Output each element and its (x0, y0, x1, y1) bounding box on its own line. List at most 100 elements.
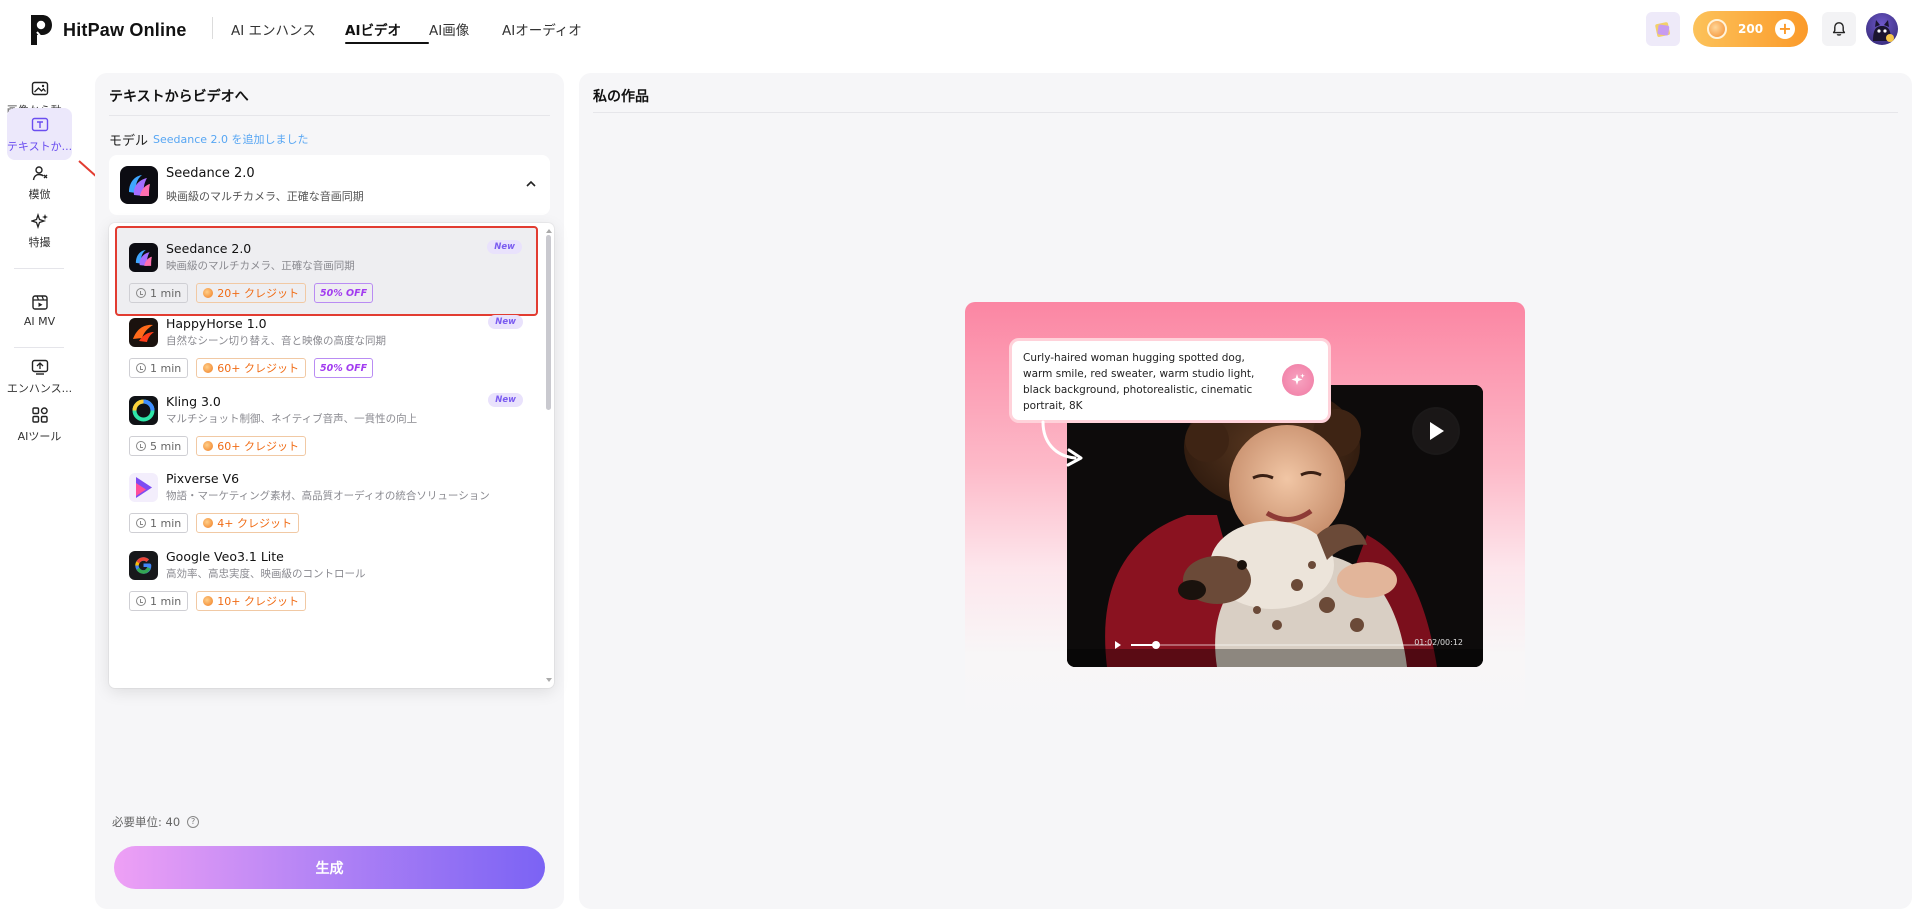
model-desc: 物語・マーケティング素材、高品質オーディオの統合ソリューション (166, 490, 490, 502)
curved-arrow-icon (1041, 420, 1083, 467)
model-tags: 1 min 20+ クレジット 50% OFF (129, 283, 381, 303)
chevron-up-icon (524, 177, 538, 191)
model-select[interactable]: Seedance 2.0 映画級のマルチカメラ、正確な音画同期 (109, 155, 550, 215)
model-tags: 1 min 10+ クレジット (129, 591, 314, 611)
nav-ai-video[interactable]: AIビデオ (345, 0, 429, 58)
header-divider (212, 17, 213, 39)
model-tags: 1 min 60+ クレジット 50% OFF (129, 358, 381, 378)
selected-model-name: Seedance 2.0 (166, 166, 255, 181)
panel-title: 私の作品 (593, 89, 649, 105)
add-credits-button[interactable]: + (1775, 19, 1795, 39)
model-tags: 5 min 60+ クレジット (129, 436, 314, 456)
nav-ai-audio[interactable]: AIオーディオ (502, 0, 602, 58)
seedance-icon (129, 243, 158, 272)
clock-icon (136, 441, 146, 451)
model-name: Seedance 2.0 (166, 241, 252, 256)
user-avatar[interactable] (1866, 13, 1898, 45)
panel-title: テキストからビデオへ (109, 89, 249, 105)
scroll-up-icon[interactable] (546, 228, 552, 233)
kling-icon (129, 396, 158, 425)
text-to-video-icon (30, 115, 50, 135)
enhance-icon (30, 357, 50, 377)
model-name: Kling 3.0 (166, 394, 221, 409)
model-name: Pixverse V6 (166, 471, 240, 486)
credit-tag: 60+ クレジット (196, 436, 306, 456)
model-desc: 自然なシーン切り替え、音と映像の高度な同期 (166, 335, 386, 347)
sparkle-icon (1282, 364, 1314, 396)
model-desc: 高効率、高忠実度、映画級のコントロール (166, 568, 366, 580)
model-option-happyhorse[interactable]: HappyHorse 1.0 自然なシーン切り替え、音と映像の高度な同期 New… (117, 303, 537, 391)
credit-tag: 4+ クレジット (196, 513, 299, 533)
video-time: 01:02/00:12 (1414, 638, 1463, 647)
ai-tools-icon (30, 405, 50, 425)
example-preview: 01:02/00:12 Curly-haired woman hugging s… (965, 302, 1525, 732)
brand-logo[interactable]: HitPaw Online (28, 12, 187, 48)
brand-name: HitPaw Online (63, 19, 187, 40)
selected-model-desc: 映画級のマルチカメラ、正確な音画同期 (166, 190, 364, 203)
clock-icon (136, 596, 146, 606)
new-badge: New (487, 240, 522, 254)
sample-video[interactable]: 01:02/00:12 (1067, 385, 1483, 667)
nav-ai-image[interactable]: AI画像 (429, 0, 502, 58)
top-header: HitPaw Online AI エンハンス AIビデオ AI画像 AIオーディ… (0, 0, 1920, 58)
image-to-video-icon (30, 79, 50, 99)
video-progress-track[interactable] (1131, 644, 1431, 646)
main-nav: AI エンハンス AIビデオ AI画像 AIオーディオ (231, 0, 602, 58)
rail-enhance[interactable]: エンハンス... (7, 350, 72, 402)
model-option-kling[interactable]: Kling 3.0 マルチショット制御、ネイティブ音声、一貫性の向上 New 5… (117, 381, 537, 469)
time-tag: 1 min (129, 283, 189, 303)
google-icon (129, 551, 158, 580)
video-progress-knob[interactable] (1152, 641, 1160, 649)
scroll-down-icon[interactable] (546, 678, 552, 683)
play-button[interactable] (1414, 409, 1458, 453)
rail-text-to-video[interactable]: テキストか... (7, 108, 72, 160)
mini-play-icon[interactable] (1115, 641, 1121, 649)
effects-icon (30, 211, 50, 231)
rail-imitate[interactable]: 模倣 (7, 156, 72, 208)
notifications-button[interactable] (1822, 12, 1856, 46)
rail-separator (14, 268, 64, 269)
happyhorse-icon (129, 318, 158, 347)
rail-separator (14, 347, 64, 348)
coin-icon (203, 288, 214, 298)
prompt-card: Curly-haired woman hugging spotted dog, … (1009, 338, 1331, 423)
help-icon[interactable]: ? (187, 816, 200, 828)
scrollbar-thumb[interactable] (546, 235, 551, 410)
discount-tag: 50% OFF (313, 283, 374, 303)
model-option-google-veo[interactable]: Google Veo3.1 Lite 高効率、高忠実度、映画級のコントロール 1… (117, 536, 537, 624)
music-video-icon (30, 292, 50, 312)
title-divider (593, 112, 1898, 113)
prompt-text: Curly-haired woman hugging spotted dog, … (1023, 352, 1255, 412)
model-added-note: Seedance 2.0 を追加しました (153, 133, 309, 146)
coin-icon (203, 363, 214, 373)
rail-ai-tools[interactable]: AIツール (7, 398, 72, 450)
nav-ai-enhance[interactable]: AI エンハンス (231, 0, 345, 58)
hitpaw-logo-icon (28, 12, 54, 48)
bell-icon (1832, 22, 1846, 36)
credit-balance[interactable]: 200 + (1693, 11, 1808, 47)
gift-icon (1655, 22, 1670, 37)
rail-ai-mv[interactable]: AI MV (7, 284, 72, 336)
play-icon (1430, 422, 1444, 440)
model-label: モデル (109, 134, 149, 149)
discount-tag: 50% OFF (313, 358, 374, 378)
imitate-icon (30, 163, 50, 183)
model-option-pixverse[interactable]: Pixverse V6 物語・マーケティング素材、高品質オーディオの統合ソリュー… (117, 458, 537, 546)
credit-coin-icon (1707, 19, 1727, 39)
generate-button[interactable]: 生成 (114, 846, 545, 889)
my-works-panel: 私の作品 01:02/00:12 Curly-haired woman hugg… (579, 73, 1912, 909)
new-badge: New (488, 315, 523, 329)
clock-icon (136, 363, 146, 373)
model-dropdown: Seedance 2.0 映画級のマルチカメラ、正確な音画同期 New 1 mi… (109, 223, 554, 688)
model-tags: 1 min 4+ クレジット (129, 513, 307, 533)
time-tag: 1 min (129, 591, 189, 611)
rail-effects[interactable]: 特撮 (7, 204, 72, 256)
credit-tag: 60+ クレジット (196, 358, 306, 378)
gift-button[interactable] (1646, 12, 1680, 46)
clock-icon (136, 518, 146, 528)
coin-icon (203, 441, 214, 451)
seedance-icon (120, 166, 158, 204)
model-desc: 映画級のマルチカメラ、正確な音画同期 (166, 260, 355, 272)
credit-tag: 20+ クレジット (196, 283, 306, 303)
credit-count: 200 (1738, 22, 1764, 36)
